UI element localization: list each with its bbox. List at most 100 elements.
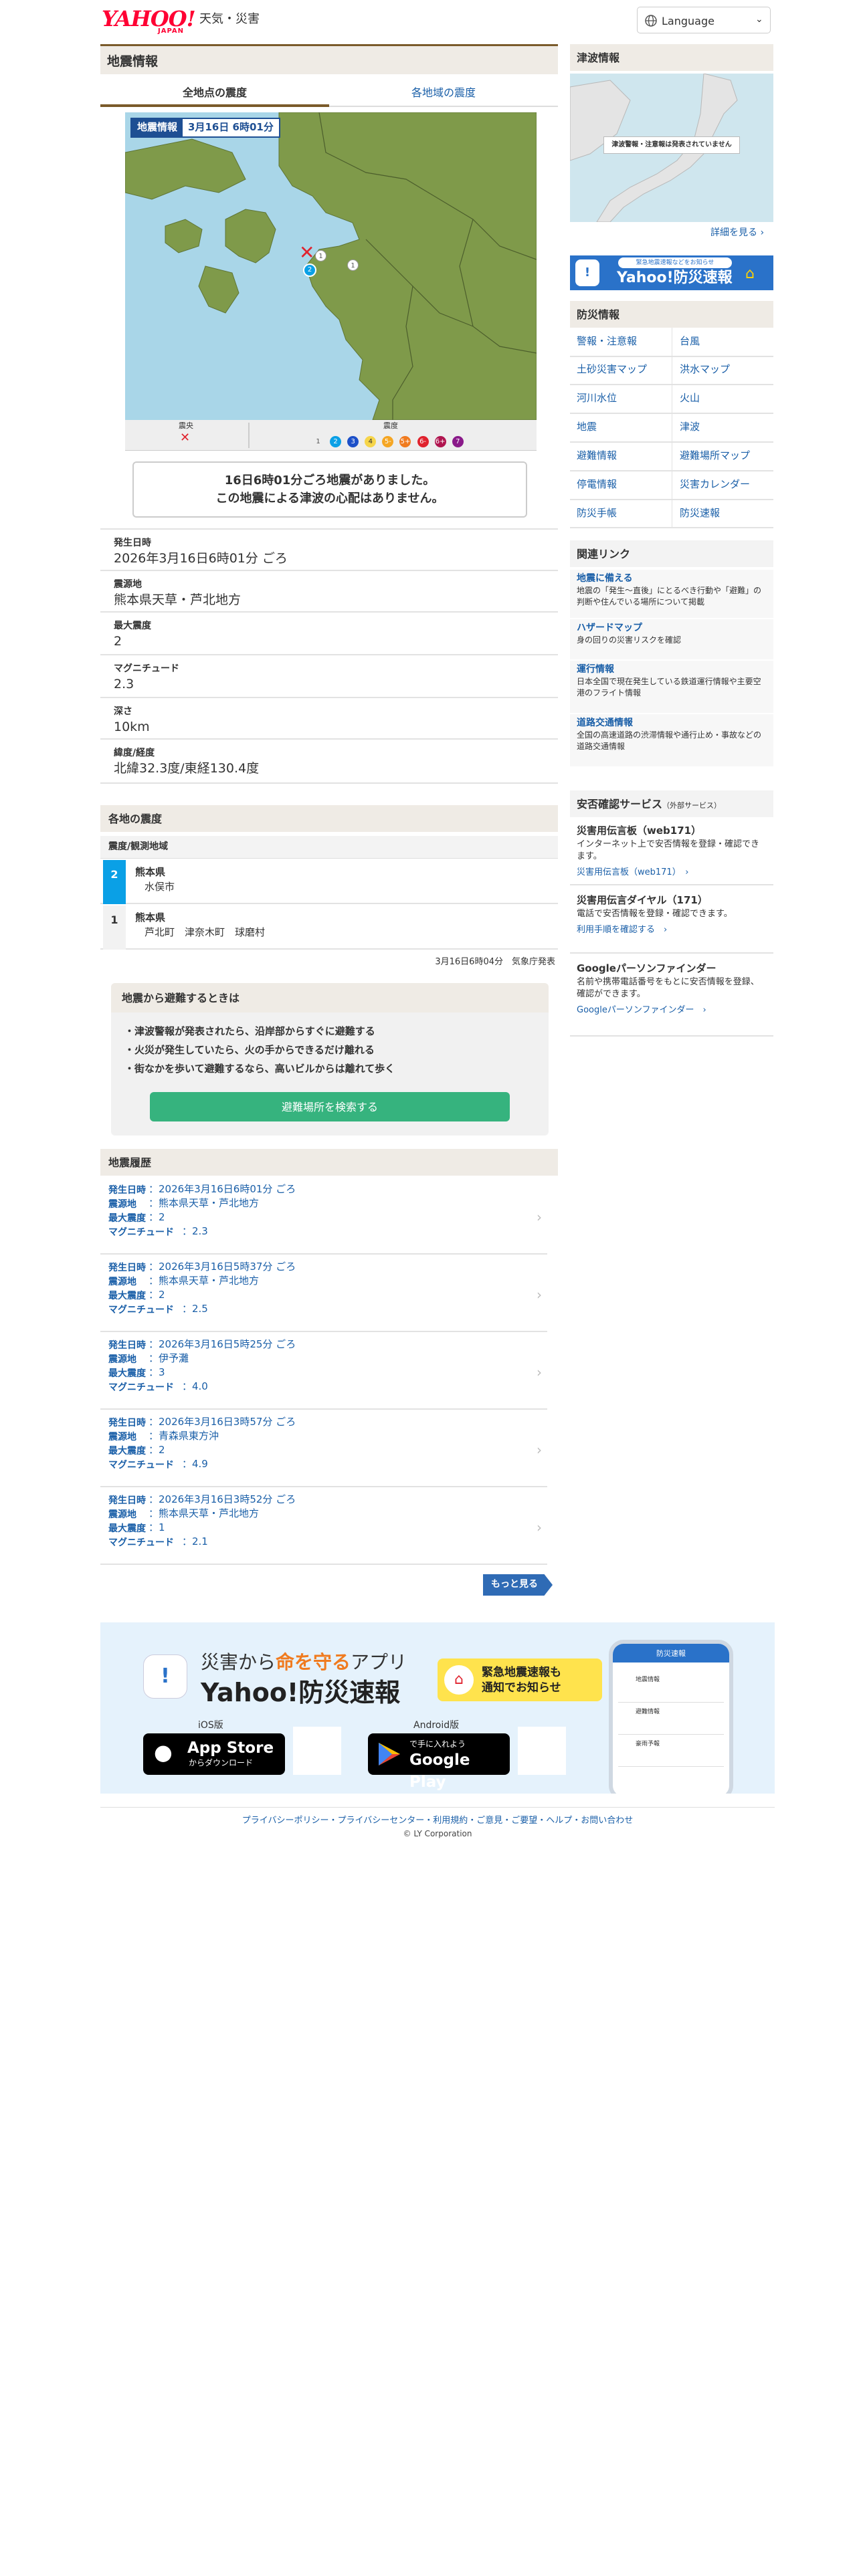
link-disaster-alerts[interactable]: 防災速報 xyxy=(680,506,720,521)
banner-app-icon: ! xyxy=(143,1654,187,1699)
evac-item: ・津波警報が発表されたら、沿岸部からすぐに避難する xyxy=(124,1025,375,1037)
sidebar-header-safety: 安否確認サービス（外部サービス） xyxy=(570,790,773,817)
evacuation-box: 地震から避難するときは ・津波警報が発表されたら、沿岸部からすぐに避難する ・火… xyxy=(111,983,549,1136)
history-row[interactable]: 発生日時 ：2026年3月16日6時01分 ごろ 震源地 ：熊本県天草・芦北地方 最… xyxy=(100,1178,547,1255)
map-badge-label: 地震情報 xyxy=(137,121,178,133)
chevron-right-icon: › xyxy=(760,227,765,238)
history-label-time: 発生日時 xyxy=(108,1495,146,1506)
googleplay-button[interactable]: で手に入れよう Google Play xyxy=(368,1733,510,1791)
tsunami-more-link[interactable]: 詳細を見る › xyxy=(710,226,764,239)
legend-level-5l: 5- xyxy=(382,436,394,447)
related-item[interactable]: 道路交通情報 全国の高速道路の渋滞情報や通行止め・事故などの道路交通情報 xyxy=(570,714,773,766)
region-pref: 熊本県 xyxy=(135,866,166,878)
app-banner[interactable]: ! 災害から命を守るアプリ Yahoo!防災速報 ⌂ 緊急地震速報も 通知でお知… xyxy=(100,1622,775,1794)
link-power-outage[interactable]: 停電情報 xyxy=(577,477,617,492)
link-evacuation-info[interactable]: 避難情報 xyxy=(577,449,617,463)
link-disaster-calendar[interactable]: 災害カレンダー xyxy=(680,477,750,492)
phone-item: 地震情報 xyxy=(618,1676,724,1703)
chevron-right-icon: › xyxy=(664,924,668,935)
history-label-max: 最大震度 xyxy=(108,1523,146,1534)
link-evacuation-map[interactable]: 避難場所マップ xyxy=(680,449,750,463)
history-label-max: 最大震度 xyxy=(108,1446,146,1457)
region-pref: 熊本県 xyxy=(135,911,166,924)
appstore-small: からダウンロード xyxy=(189,1758,254,1767)
tsunami-notice: 津波警報・注意報は発表されていません xyxy=(603,136,740,154)
link-tsunami[interactable]: 津波 xyxy=(680,420,700,435)
section-header-history: 地震履歴 xyxy=(100,1149,558,1176)
search-evacuation-button[interactable]: 避難場所を検索する xyxy=(150,1092,510,1121)
history-label-place: 震源地 xyxy=(108,1354,136,1365)
phone-mockup: 防災速報 地震情報 避難情報 豪雨予報 xyxy=(609,1640,733,1794)
yahoo-logo[interactable]: YAHOO! JAPAN xyxy=(102,8,196,37)
history-label-time: 発生日時 xyxy=(108,1418,146,1428)
history-row[interactable]: 発生日時 ：2026年3月16日3時52分 ごろ 震源地 ：熊本県天草・芦北地方 最… xyxy=(100,1489,547,1565)
copyright: © LY Corporation xyxy=(403,1829,472,1838)
history-row[interactable]: 発生日時 ：2026年3月16日3時57分 ごろ 震源地 ：青森県東方沖 最大震度：… xyxy=(100,1411,547,1487)
safety-link[interactable]: Googleパーソンファインダー › xyxy=(570,1000,773,1017)
link-disaster-handbook[interactable]: 防災手帳 xyxy=(577,506,617,521)
app-icon: ! xyxy=(575,259,599,286)
evac-item: ・街なかを歩いて避難するなら、高いビルからは離れて歩く xyxy=(124,1063,395,1075)
history-label-mag: マグニチュード xyxy=(108,1227,174,1238)
quake-map[interactable]: 地震情報 3月16日 6時01分 ✕ 2 1 1 xyxy=(125,112,537,420)
link-river-level[interactable]: 河川水位 xyxy=(577,391,617,406)
appstore-button[interactable]: ● App Store からダウンロード xyxy=(143,1733,285,1775)
bousai-app-promo[interactable]: ! 緊急地震速報などをお知らせ Yahoo!防災速報 ⌂ xyxy=(570,255,773,290)
history-mag: ：2.5 xyxy=(182,1303,208,1315)
more-history-button[interactable]: もっと見る xyxy=(483,1574,553,1596)
history-time: ：2026年3月16日5時25分 ごろ xyxy=(149,1338,296,1350)
history-time: ：2026年3月16日5時37分 ごろ xyxy=(149,1261,296,1273)
safety-item: Googleパーソンファインダー 名前や携帯電話番号をもとに安否情報を登録、確認… xyxy=(570,962,773,1017)
link-typhoon[interactable]: 台風 xyxy=(680,334,700,349)
legend-level-5u: 5+ xyxy=(399,436,411,447)
related-desc: 日本全国で現在発生している鉄道運行情報や主要空港のフライト情報 xyxy=(577,677,761,698)
link-flood-map[interactable]: 洪水マップ xyxy=(680,362,730,377)
phone-item: 避難情報 xyxy=(618,1708,724,1735)
legend-level-4: 4 xyxy=(365,436,377,447)
site-name[interactable]: 天気・災害 xyxy=(199,11,260,28)
banner-bubble: ⌂ 緊急地震速報も 通知でお知らせ xyxy=(438,1658,602,1701)
history-label-mag: マグニチュード xyxy=(108,1382,174,1393)
link-volcano[interactable]: 火山 xyxy=(680,391,700,406)
related-item[interactable]: 運行情報 日本全国で現在発生している鉄道運行情報や主要空港のフライト情報 xyxy=(570,661,773,713)
tab-regions[interactable]: 各地域の震度 xyxy=(329,79,558,107)
house-icon: ⌂ xyxy=(745,265,755,282)
related-title: 地震に備える xyxy=(577,573,633,584)
region-intensity-badge: 1 xyxy=(103,905,126,950)
safety-desc: インターネット上で安否情報を登録・確認できます。 xyxy=(577,839,760,861)
region-places: 芦北町 津奈木町 球磨村 xyxy=(145,926,266,938)
sidebar-header-bousai: 防災情報 xyxy=(570,301,773,328)
related-desc: 全国の高速道路の渋滞情報や通行止め・事故などの道路交通情報 xyxy=(577,730,762,752)
related-desc: 身の回りの災害リスクを確認 xyxy=(577,635,682,645)
footer-links[interactable]: プライバシーポリシー・プライバシーセンター・利用規約・ご意見・ご要望・ヘルプ・お… xyxy=(100,1815,775,1828)
map-badge-date: 3月16日 6時01分 xyxy=(183,119,279,136)
history-time: ：2026年3月16日3時52分 ごろ xyxy=(149,1493,296,1505)
section-header-quake: 地震情報 xyxy=(100,44,558,74)
history-row[interactable]: 発生日時 ：2026年3月16日5時37分 ごろ 震源地 ：熊本県天草・芦北地方 最… xyxy=(100,1256,547,1332)
history-time: ：2026年3月16日6時01分 ごろ xyxy=(149,1183,296,1195)
safety-item: 災害用伝言板（web171） インターネット上で安否情報を登録・確認できます。 … xyxy=(570,824,773,879)
related-title: 道路交通情報 xyxy=(577,718,633,728)
region-places: 水俣市 xyxy=(145,881,175,893)
safety-link[interactable]: 災害用伝言板（web171） › xyxy=(570,863,773,879)
link-warnings[interactable]: 警報・注意報 xyxy=(577,334,637,349)
published-note: 3月16日6時04分 気象庁発表 xyxy=(435,957,555,967)
language-select[interactable]: Language ⌄ xyxy=(637,7,771,33)
safety-link[interactable]: 利用手順を確認する › xyxy=(570,920,773,937)
phone-header: 防災速報 xyxy=(613,1644,729,1662)
related-item[interactable]: ハザードマップ 身の回りの災害リスクを確認 xyxy=(570,619,773,659)
link-earthquake[interactable]: 地震 xyxy=(577,420,597,435)
station-intensity-1: 1 xyxy=(315,250,326,261)
chevron-right-icon: › xyxy=(537,1519,542,1535)
chevron-right-icon: › xyxy=(537,1209,542,1225)
region-row: 1 熊本県 芦北町 津奈木町 球磨村 xyxy=(100,905,558,950)
banner-app-name: Yahoo!防災速報 xyxy=(201,1678,401,1707)
related-item[interactable]: 地震に備える 地震の「発生〜直後」にとるべき行動や「避難」の判断や住んでいる場所… xyxy=(570,570,773,618)
history-row[interactable]: 発生日時 ：2026年3月16日5時25分 ごろ 震源地 ：伊予灘 最大震度 ：3 マ… xyxy=(100,1333,547,1410)
detail-value-epicenter: 熊本県天草・芦北地方 xyxy=(114,593,242,607)
history-mag: ：4.9 xyxy=(182,1458,208,1470)
map-graphic xyxy=(125,112,537,420)
tab-all-points[interactable]: 全地点の震度 xyxy=(100,79,329,107)
tsunami-map[interactable]: 津波警報・注意報は発表されていません xyxy=(570,74,773,222)
link-landslide-map[interactable]: 土砂災害マップ xyxy=(577,362,647,377)
